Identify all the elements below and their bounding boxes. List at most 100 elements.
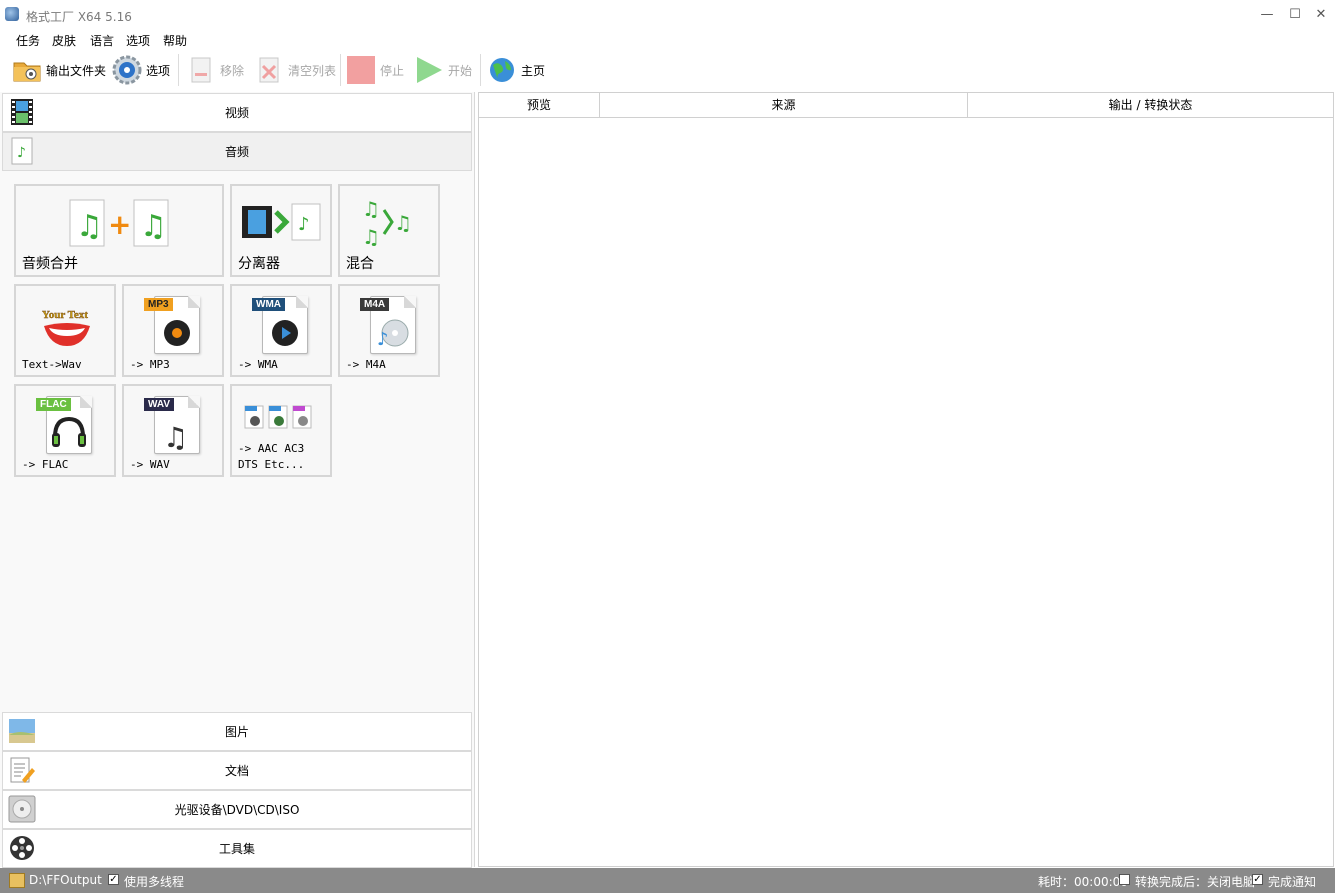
shutdown-after-checkbox[interactable] bbox=[1119, 874, 1130, 885]
svg-text:♫: ♫ bbox=[76, 209, 103, 244]
music-file-icon: ♪ bbox=[8, 137, 36, 165]
tile-text-to-wav-label: Text->Wav bbox=[22, 358, 82, 371]
svg-text:+: + bbox=[108, 208, 131, 241]
column-header-output-status[interactable]: 输出 / 转换状态 bbox=[968, 93, 1333, 118]
disc-drive-icon bbox=[8, 795, 36, 823]
folder-icon bbox=[12, 55, 42, 85]
category-video-label: 视频 bbox=[224, 106, 249, 120]
menu-help[interactable]: 帮助 bbox=[163, 32, 187, 49]
tile-to-aac-ac3-dts[interactable]: -> AAC AC3 DTS Etc... bbox=[230, 384, 332, 477]
tile-to-mp3[interactable]: MP3 -> MP3 bbox=[122, 284, 224, 377]
category-picture-label: 图片 bbox=[224, 725, 249, 739]
output-folder-label: 输出文件夹 bbox=[46, 63, 107, 78]
output-path[interactable]: D:\FFOutput bbox=[29, 873, 102, 887]
m4a-badge: M4A bbox=[360, 298, 390, 311]
start-button[interactable]: 开始 bbox=[414, 54, 472, 86]
remove-file-icon bbox=[186, 55, 216, 85]
elapsed-time: 耗时：00:00:00 bbox=[1038, 875, 1128, 889]
tile-to-wav-label: -> WAV bbox=[130, 458, 170, 471]
category-tools-label: 工具集 bbox=[218, 842, 255, 856]
audio-merge-icon: ♫ + ♫ bbox=[68, 196, 178, 255]
globe-icon bbox=[487, 55, 517, 85]
stop-button[interactable]: 停止 bbox=[346, 54, 404, 86]
notify-label: 完成通知 bbox=[1268, 875, 1317, 889]
remove-button[interactable]: 移除 bbox=[186, 54, 244, 86]
tile-mix-label: 混合 bbox=[346, 256, 374, 272]
status-bar: D:\FFOutput ✓ 使用多线程 耗时：00:00:00 转换完成后：关闭… bbox=[0, 868, 1335, 893]
clear-list-button[interactable]: 清空列表 bbox=[254, 54, 336, 86]
flac-badge: FLAC bbox=[36, 398, 71, 411]
maximize-button[interactable]: ☐ bbox=[1281, 4, 1309, 26]
tile-to-mp3-label: -> MP3 bbox=[130, 358, 170, 371]
category-document[interactable]: 文档 bbox=[2, 751, 472, 790]
category-picture[interactable]: 图片 bbox=[2, 712, 472, 751]
toolbar-separator bbox=[340, 54, 341, 86]
tile-to-aac-label-line1: -> AAC AC3 bbox=[238, 442, 305, 455]
film-icon bbox=[8, 98, 36, 126]
menu-options[interactable]: 选项 bbox=[126, 32, 150, 49]
mp3-badge: MP3 bbox=[144, 298, 173, 311]
tile-text-to-wav[interactable]: Your Text Text->Wav bbox=[14, 284, 116, 377]
tile-to-wav[interactable]: ♫ WAV -> WAV bbox=[122, 384, 224, 477]
category-video[interactable]: 视频 bbox=[2, 93, 472, 132]
menu-skin[interactable]: 皮肤 bbox=[52, 32, 76, 49]
notify-checkbox[interactable]: ✓ bbox=[1252, 874, 1263, 885]
clear-list-label: 清空列表 bbox=[288, 63, 337, 78]
title-bar: 格式工厂 X64 5.16 — ☐ ✕ bbox=[0, 0, 1335, 30]
wav-badge: WAV bbox=[144, 398, 175, 411]
multithread-label: 使用多线程 bbox=[124, 875, 185, 889]
clear-list-icon bbox=[254, 55, 284, 85]
svg-text:♫: ♫ bbox=[362, 197, 380, 221]
category-disc-label: 光驱设备\DVD\CD\ISO bbox=[174, 803, 300, 817]
tile-to-m4a[interactable]: ♪ M4A -> M4A bbox=[338, 284, 440, 377]
column-header-source[interactable]: 来源 bbox=[600, 93, 968, 118]
column-header-preview[interactable]: 预览 bbox=[479, 93, 600, 118]
output-folder-button[interactable]: 输出文件夹 bbox=[12, 54, 106, 86]
tile-audio-merge[interactable]: ♫ + ♫ 音频合并 bbox=[14, 184, 224, 277]
home-button[interactable]: 主页 bbox=[487, 54, 545, 86]
task-list: 预览 来源 输出 / 转换状态 bbox=[478, 92, 1334, 867]
tile-mix[interactable]: ♫ ♫ ♫ 混合 bbox=[338, 184, 440, 277]
start-label: 开始 bbox=[448, 63, 473, 78]
category-disc[interactable]: 光驱设备\DVD\CD\ISO bbox=[2, 790, 472, 829]
your-text-caption: Your Text bbox=[42, 309, 88, 321]
tile-to-aac-label-line2: DTS Etc... bbox=[238, 458, 305, 471]
tile-to-wma-label: -> WMA bbox=[238, 358, 278, 371]
toolbar-separator bbox=[480, 54, 481, 86]
tile-splitter-label: 分离器 bbox=[238, 256, 280, 272]
category-tools[interactable]: 工具集 bbox=[2, 829, 472, 868]
tile-to-flac[interactable]: FLAC -> FLAC bbox=[14, 384, 116, 477]
speaking-lips-icon: Your Text bbox=[40, 306, 94, 353]
svg-text:♫: ♫ bbox=[163, 421, 188, 453]
options-label: 选项 bbox=[146, 63, 171, 78]
tile-to-wma[interactable]: WMA -> WMA bbox=[230, 284, 332, 377]
close-button[interactable]: ✕ bbox=[1307, 4, 1335, 26]
svg-text:♪: ♪ bbox=[377, 329, 389, 350]
minimize-button[interactable]: — bbox=[1253, 4, 1281, 26]
video-to-audio-icon: ♪ bbox=[240, 202, 324, 245]
window-title: 格式工厂 X64 5.16 bbox=[26, 10, 132, 24]
menu-language[interactable]: 语言 bbox=[90, 32, 114, 49]
category-audio[interactable]: ♪ 音频 bbox=[2, 132, 472, 171]
shutdown-after-label: 转换完成后：关闭电脑 bbox=[1135, 875, 1256, 889]
multithread-checkbox[interactable]: ✓ bbox=[108, 874, 119, 885]
stop-label: 停止 bbox=[380, 63, 405, 78]
tile-to-flac-label: -> FLAC bbox=[22, 458, 69, 471]
menu-bar: 任务 皮肤 语言 选项 帮助 bbox=[0, 30, 400, 48]
tile-audio-merge-label: 音频合并 bbox=[22, 256, 78, 272]
tile-to-aac-label: -> AAC AC3 DTS Etc... bbox=[238, 441, 304, 473]
svg-text:♫: ♫ bbox=[140, 209, 167, 244]
output-folder-icon[interactable] bbox=[9, 873, 25, 888]
document-edit-icon bbox=[8, 756, 36, 784]
svg-text:♪: ♪ bbox=[17, 145, 26, 161]
home-label: 主页 bbox=[521, 63, 546, 78]
multi-format-icon bbox=[244, 404, 314, 433]
category-audio-label: 音频 bbox=[224, 145, 249, 159]
svg-text:♪: ♪ bbox=[298, 214, 310, 235]
menu-task[interactable]: 任务 bbox=[16, 32, 40, 49]
audio-mix-icon: ♫ ♫ ♫ bbox=[360, 192, 420, 255]
options-button[interactable]: 选项 bbox=[112, 54, 170, 86]
film-reel-icon bbox=[8, 834, 36, 862]
toolbar: 输出文件夹 选项 移除 清空列表 停止 开始 主页 bbox=[0, 50, 1335, 90]
tile-splitter[interactable]: ♪ 分离器 bbox=[230, 184, 332, 277]
